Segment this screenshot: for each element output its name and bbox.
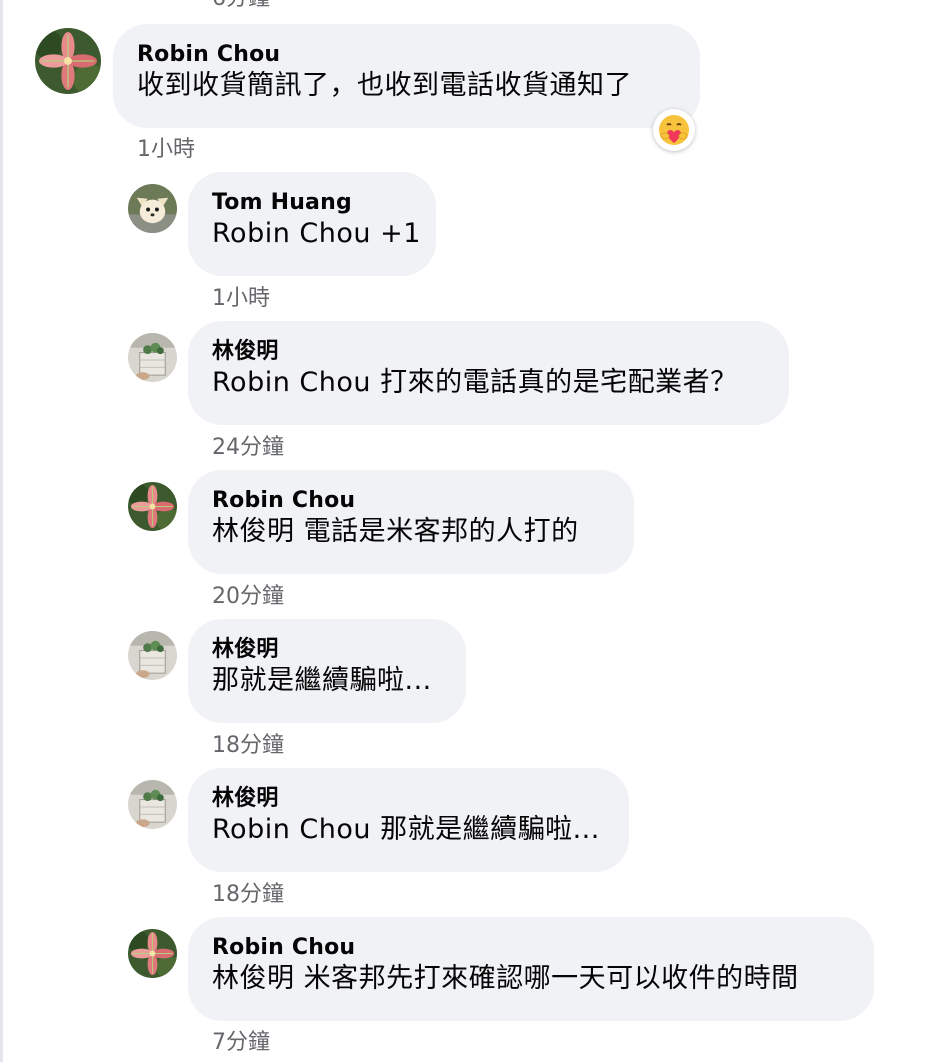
previous-comment-timestamp[interactable]: 6分鐘 bbox=[212, 0, 270, 12]
thread-divider bbox=[0, 0, 3, 1062]
reaction-badge[interactable] bbox=[653, 109, 695, 151]
comment-bubble: Robin Chou 林俊明 米客邦先打來確認哪一天可以收件的時間 bbox=[188, 917, 874, 1021]
potted-plant-avatar-icon bbox=[128, 780, 177, 829]
comment-bubble: 林俊明 Robin Chou 打來的電話真的是宅配業者？ bbox=[188, 321, 789, 425]
comment-author[interactable]: 林俊明 bbox=[212, 637, 442, 663]
comment-author[interactable]: 林俊明 bbox=[212, 786, 605, 812]
comment-text: Robin Chou 那就是繼續騙啦... bbox=[212, 814, 600, 845]
pink-flower-avatar-icon bbox=[128, 482, 177, 531]
potted-plant-avatar-icon bbox=[128, 631, 177, 680]
avatar[interactable] bbox=[128, 184, 177, 233]
comment-bubble: Robin Chou 收到收貨簡訊了，也收到電話收貨通知了 bbox=[113, 24, 700, 128]
comment-text: 那就是繼續騙啦... bbox=[212, 665, 432, 696]
comment-bubble: 林俊明 Robin Chou 那就是繼續騙啦... bbox=[188, 768, 629, 872]
avatar[interactable] bbox=[128, 333, 177, 382]
comment-timestamp[interactable]: 7分鐘 bbox=[212, 1030, 270, 1056]
comment-text: 林俊明 電話是米客邦的人打的 bbox=[212, 516, 579, 547]
comment-author[interactable]: Tom Huang bbox=[212, 190, 412, 216]
comment-timestamp[interactable]: 1小時 bbox=[137, 137, 195, 163]
comment-bubble: Robin Chou 林俊明 電話是米客邦的人打的 bbox=[188, 470, 634, 574]
pink-flower-avatar-icon bbox=[128, 929, 177, 978]
comment-timestamp[interactable]: 1小時 bbox=[212, 286, 270, 312]
avatar[interactable] bbox=[35, 28, 101, 94]
comment-bubble: Tom Huang Robin Chou +1 bbox=[188, 172, 436, 276]
comment-timestamp[interactable]: 20分鐘 bbox=[212, 584, 284, 610]
comment-text: Robin Chou 打來的電話真的是宅配業者？ bbox=[212, 367, 738, 398]
potted-plant-avatar-icon bbox=[128, 333, 177, 382]
comment-text: 收到收貨簡訊了，也收到電話收貨通知了 bbox=[137, 70, 632, 101]
comment-text: 林俊明 米客邦先打來確認哪一天可以收件的時間 bbox=[212, 963, 799, 994]
comment-thread: 6分鐘 Robin Chou 收到收貨簡訊了，也收到電話收貨通知了 1小時 To… bbox=[0, 0, 944, 1062]
comment-author[interactable]: Robin Chou bbox=[212, 935, 850, 961]
comment-author[interactable]: Robin Chou bbox=[137, 42, 676, 68]
chihuahua-avatar-icon bbox=[128, 184, 177, 233]
comment-bubble: 林俊明 那就是繼續騙啦... bbox=[188, 619, 466, 723]
comment-author[interactable]: 林俊明 bbox=[212, 339, 765, 365]
avatar[interactable] bbox=[128, 929, 177, 978]
care-reaction-icon bbox=[659, 115, 689, 145]
avatar[interactable] bbox=[128, 780, 177, 829]
comment-author[interactable]: Robin Chou bbox=[212, 488, 610, 514]
comment-timestamp[interactable]: 18分鐘 bbox=[212, 882, 284, 908]
comment-timestamp[interactable]: 18分鐘 bbox=[212, 733, 284, 759]
comment-text: Robin Chou +1 bbox=[212, 218, 421, 249]
avatar[interactable] bbox=[128, 482, 177, 531]
pink-flower-avatar-icon bbox=[35, 28, 101, 94]
comment-timestamp[interactable]: 24分鐘 bbox=[212, 435, 284, 461]
avatar[interactable] bbox=[128, 631, 177, 680]
